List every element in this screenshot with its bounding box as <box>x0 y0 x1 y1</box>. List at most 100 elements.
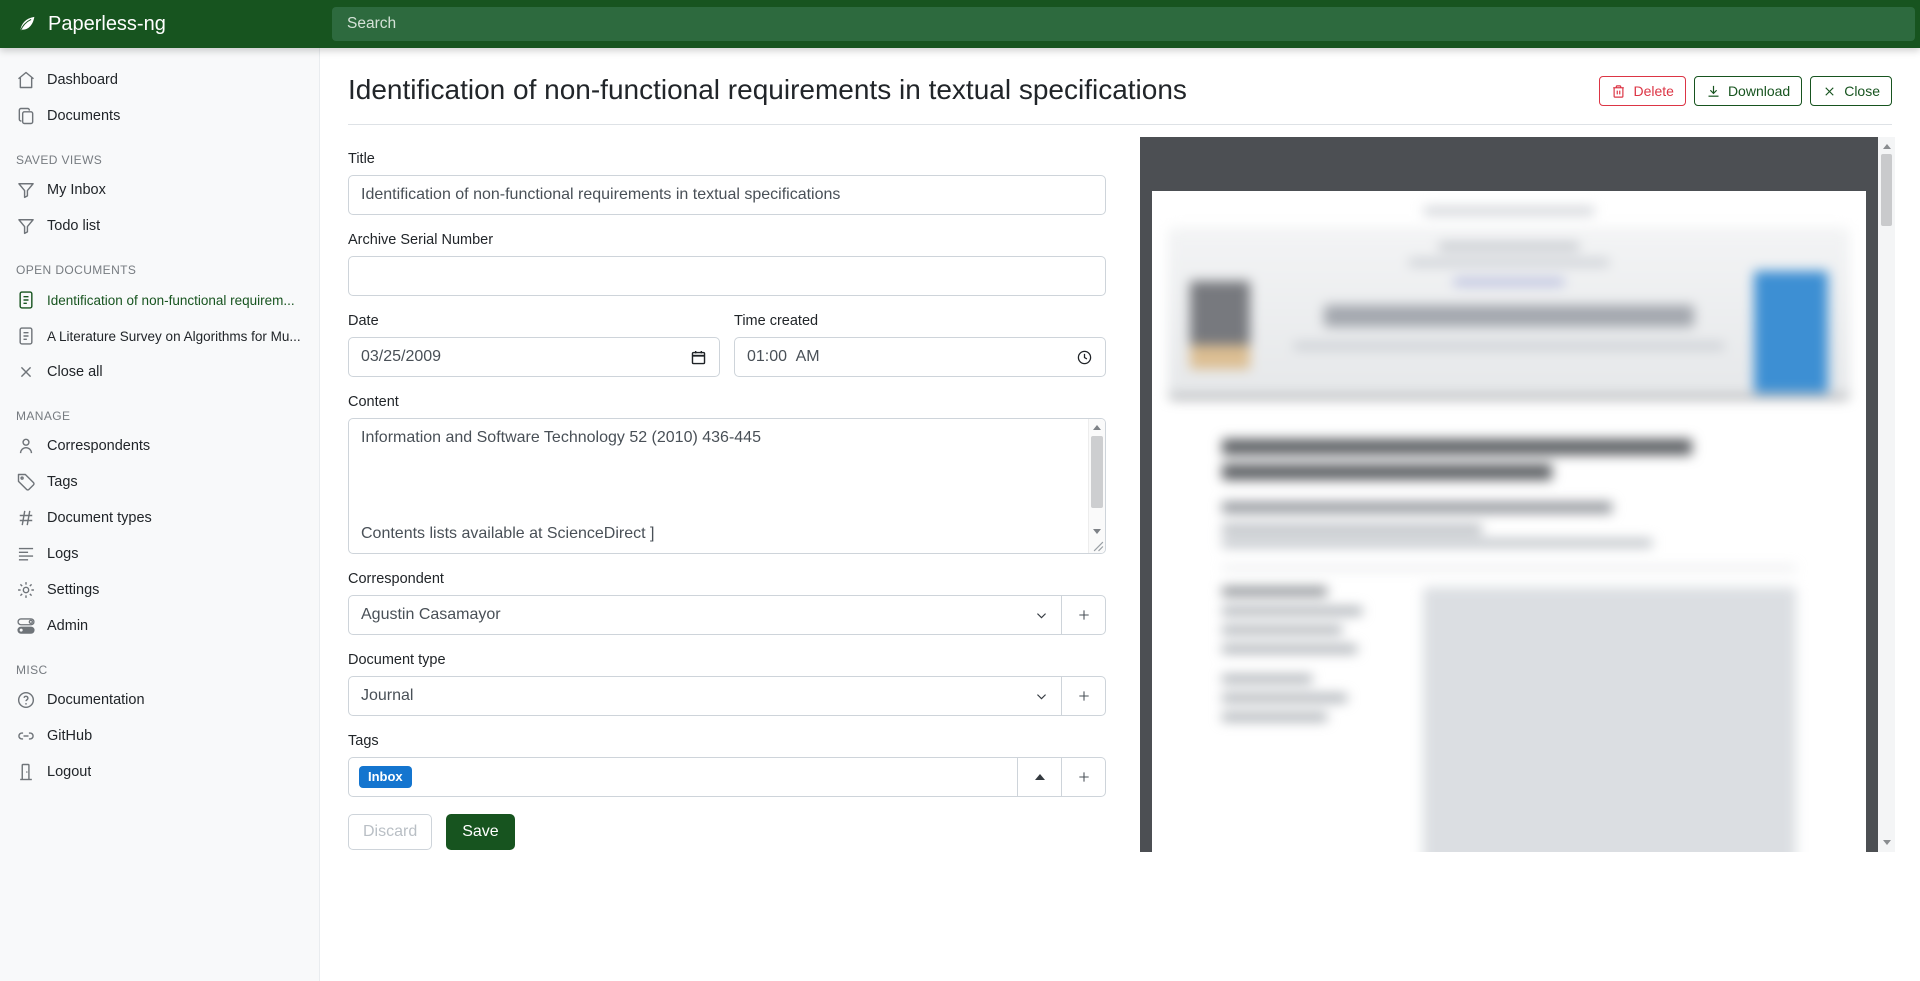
add-document-type-button[interactable] <box>1061 676 1106 716</box>
help-icon <box>16 690 36 710</box>
tags-label: Tags <box>348 733 1106 749</box>
sidebar-item-my-inbox[interactable]: My Inbox <box>0 172 319 208</box>
content-label: Content <box>348 394 1106 410</box>
close-button[interactable]: Close <box>1810 76 1892 106</box>
discard-button[interactable]: Discard <box>348 814 432 850</box>
chevron-down-icon <box>1034 689 1049 704</box>
close-icon <box>16 362 36 382</box>
navbar-search-area <box>320 0 1920 48</box>
correspondent-label: Correspondent <box>348 571 1106 587</box>
time-created-input[interactable]: 01:00 AM <box>734 337 1106 377</box>
content-scrollbar <box>1088 419 1105 553</box>
add-correspondent-button[interactable] <box>1061 595 1106 635</box>
download-icon <box>1706 84 1721 99</box>
paper-title-line <box>1222 439 1692 455</box>
scroll-down-arrow-icon[interactable] <box>1878 835 1895 850</box>
sidebar-item-document-types[interactable]: Document types <box>0 500 319 536</box>
sidebar-item-open-doc-1[interactable]: Identification of non-functional require… <box>0 282 319 318</box>
sidebar-item-correspondents[interactable]: Correspondents <box>0 428 319 464</box>
resize-grip-icon[interactable] <box>1093 541 1104 552</box>
section-header-manage: MANAGE <box>16 409 303 423</box>
pdf-preview-pane <box>1140 137 1895 852</box>
abstract-column <box>1423 587 1796 852</box>
file-text-icon <box>16 326 36 346</box>
document-edit-form: Title Archive Serial Number Date 03/25/2… <box>348 125 1106 850</box>
pdf-page <box>1152 191 1866 852</box>
content-textarea[interactable]: Information and Software Technology 52 (… <box>348 418 1106 554</box>
search-input[interactable] <box>332 7 1915 41</box>
gear-icon <box>16 580 36 600</box>
sidebar-item-github[interactable]: GitHub <box>0 718 319 754</box>
time-created-label: Time created <box>734 313 1106 329</box>
page-header: Identification of non-functional require… <box>348 72 1892 125</box>
brand-link[interactable]: Paperless-ng <box>0 0 320 48</box>
article-info-column <box>1222 587 1387 852</box>
sidebar-item-dashboard[interactable]: Dashboard <box>0 62 319 98</box>
sidebar-item-open-doc-2[interactable]: A Literature Survey on Algorithms for Mu… <box>0 318 319 354</box>
filter-icon <box>16 216 36 236</box>
content-scrollbar-thumb[interactable] <box>1091 436 1103 508</box>
sidebar-item-admin[interactable]: Admin <box>0 608 319 644</box>
section-header-saved-views: SAVED VIEWS <box>16 153 303 167</box>
scroll-up-arrow-icon[interactable] <box>1878 139 1895 154</box>
logs-icon <box>16 544 36 564</box>
plus-icon <box>1076 688 1092 704</box>
brand-label: Paperless-ng <box>48 13 166 36</box>
add-tag-button[interactable] <box>1061 757 1106 797</box>
download-button[interactable]: Download <box>1694 76 1802 106</box>
leaf-icon <box>16 13 38 35</box>
journal-logo <box>1190 281 1250 345</box>
sidebar-item-documents[interactable]: Documents <box>0 98 319 134</box>
clock-icon[interactable] <box>1076 349 1093 366</box>
document-actions: Delete Download Close <box>1599 76 1892 106</box>
tags-dropdown-toggle-button[interactable] <box>1017 757 1062 797</box>
correspondent-select[interactable]: Agustin Casamayor <box>348 595 1062 635</box>
hash-icon <box>16 508 36 528</box>
sidebar-item-logout[interactable]: Logout <box>0 754 319 790</box>
date-input[interactable]: 03/25/2009 <box>348 337 720 377</box>
date-label: Date <box>348 313 720 329</box>
preview-scrollbar-thumb[interactable] <box>1881 154 1892 226</box>
door-icon <box>16 762 36 782</box>
sidebar: Dashboard Documents SAVED VIEWS My Inbox… <box>0 48 320 981</box>
sidebar-item-tags[interactable]: Tags <box>0 464 319 500</box>
sidebar-item-documentation[interactable]: Documentation <box>0 682 319 718</box>
toggles-icon <box>16 616 36 636</box>
x-icon <box>1822 84 1837 99</box>
asn-input[interactable] <box>348 256 1106 296</box>
sidebar-item-logs[interactable]: Logs <box>0 536 319 572</box>
sidebar-item-close-all[interactable]: Close all <box>0 354 319 390</box>
trash-icon <box>1611 84 1626 99</box>
preview-scrollbar <box>1878 137 1895 852</box>
scroll-up-arrow-icon[interactable] <box>1089 420 1105 435</box>
file-text-icon <box>16 290 36 310</box>
title-label: Title <box>348 151 1106 167</box>
journal-cover-thumbnail <box>1754 271 1828 393</box>
scroll-down-arrow-icon[interactable] <box>1089 524 1105 539</box>
document-type-label: Document type <box>348 652 1106 668</box>
tag-icon <box>16 472 36 492</box>
section-header-misc: MISC <box>16 663 303 677</box>
pdf-blurred-content <box>1152 207 1866 852</box>
plus-icon <box>1076 607 1092 623</box>
top-navbar: Paperless-ng <box>0 0 1920 48</box>
home-icon <box>16 70 36 90</box>
section-header-open-documents: OPEN DOCUMENTS <box>16 263 303 277</box>
chevron-down-icon <box>1034 608 1049 623</box>
title-input[interactable] <box>348 175 1106 215</box>
delete-button[interactable]: Delete <box>1599 76 1685 106</box>
tags-input[interactable]: Inbox <box>348 757 1018 797</box>
document-type-select[interactable]: Journal <box>348 676 1062 716</box>
sidebar-item-todo-list[interactable]: Todo list <box>0 208 319 244</box>
link-icon <box>16 726 36 746</box>
page-title: Identification of non-functional require… <box>348 72 1187 108</box>
paper-authors-line <box>1222 502 1612 513</box>
calendar-icon[interactable] <box>690 349 707 366</box>
documents-icon <box>16 106 36 126</box>
journal-title-block <box>1324 305 1694 327</box>
caret-up-icon <box>1035 774 1045 780</box>
tag-badge-inbox: Inbox <box>359 766 412 788</box>
filter-icon <box>16 180 36 200</box>
sidebar-item-settings[interactable]: Settings <box>0 572 319 608</box>
save-button[interactable]: Save <box>446 814 514 850</box>
